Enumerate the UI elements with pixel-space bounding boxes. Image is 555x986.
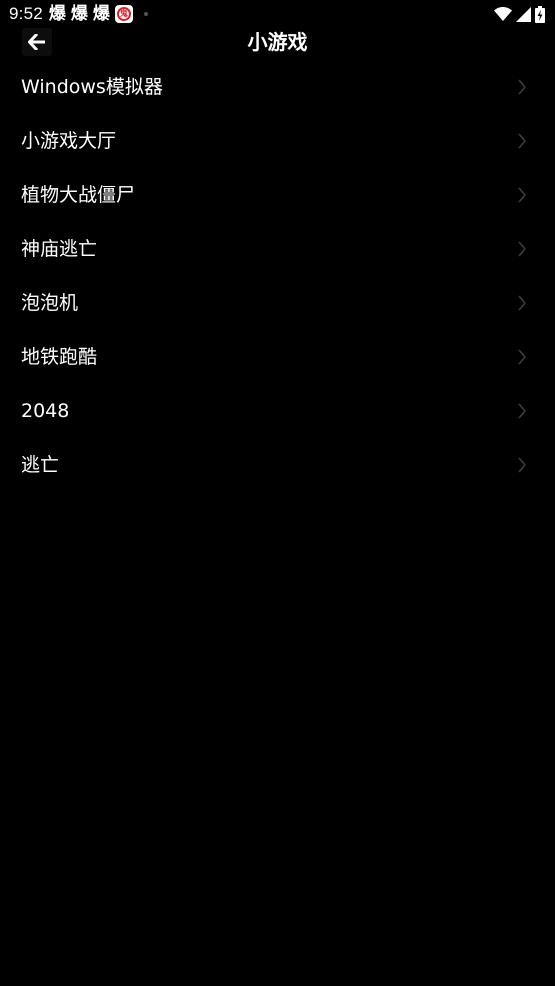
more-notifications-dot-icon xyxy=(143,12,148,16)
notification-icon: 爆 xyxy=(48,3,66,24)
list-item-label: Windows模拟器 xyxy=(21,75,163,98)
app-badge-icon: 鬼 xyxy=(114,5,133,23)
list-item-plants-vs-zombies[interactable]: 植物大战僵尸 xyxy=(0,168,555,222)
back-button[interactable] xyxy=(22,28,52,56)
signal-icon xyxy=(516,6,531,22)
wifi-icon xyxy=(494,7,512,21)
chevron-right-icon xyxy=(518,241,527,257)
list-item-label: 地铁跑酷 xyxy=(21,345,98,368)
screen: 9:52 爆 爆 爆 鬼 小游戏 Windows模拟器 小游戏大厅 植物大战僵尸… xyxy=(0,0,555,986)
list-item-label: 泡泡机 xyxy=(21,291,79,314)
list-item-subway-surfers[interactable]: 地铁跑酷 xyxy=(0,330,555,384)
list-item-2048[interactable]: 2048 xyxy=(0,384,555,438)
page-title: 小游戏 xyxy=(247,30,308,54)
chevron-right-icon xyxy=(518,187,527,203)
list-item-windows-emulator[interactable]: Windows模拟器 xyxy=(0,60,555,114)
chevron-right-icon xyxy=(518,457,527,473)
list-item-label: 小游戏大厅 xyxy=(21,129,117,152)
notification-icon: 爆 xyxy=(70,3,88,24)
notification-icons: 爆 爆 爆 鬼 xyxy=(49,5,148,23)
chevron-right-icon xyxy=(518,79,527,95)
list-item-label: 逃亡 xyxy=(21,453,60,476)
app-bar: 小游戏 xyxy=(0,28,555,58)
list-item-label: 2048 xyxy=(21,399,70,422)
list-item-bubble-machine[interactable]: 泡泡机 xyxy=(0,276,555,330)
status-time: 9:52 xyxy=(9,4,43,23)
status-bar: 9:52 爆 爆 爆 鬼 xyxy=(0,0,555,28)
list-item-temple-run[interactable]: 神庙逃亡 xyxy=(0,222,555,276)
game-list: Windows模拟器 小游戏大厅 植物大战僵尸 神庙逃亡 泡泡机 地铁跑酷 20… xyxy=(0,60,555,492)
notification-icon: 爆 xyxy=(92,3,110,24)
chevron-right-icon xyxy=(518,403,527,419)
list-item-label: 植物大战僵尸 xyxy=(21,183,136,206)
chevron-right-icon xyxy=(518,295,527,311)
arrow-left-icon xyxy=(28,34,45,50)
list-item-label: 神庙逃亡 xyxy=(21,237,98,260)
battery-icon xyxy=(535,5,545,23)
chevron-right-icon xyxy=(518,133,527,149)
app-badge-glyph: 鬼 xyxy=(116,7,131,21)
system-icons xyxy=(494,5,545,23)
list-item-mini-game-hall[interactable]: 小游戏大厅 xyxy=(0,114,555,168)
chevron-right-icon xyxy=(518,349,527,365)
list-item-escape[interactable]: 逃亡 xyxy=(0,438,555,492)
